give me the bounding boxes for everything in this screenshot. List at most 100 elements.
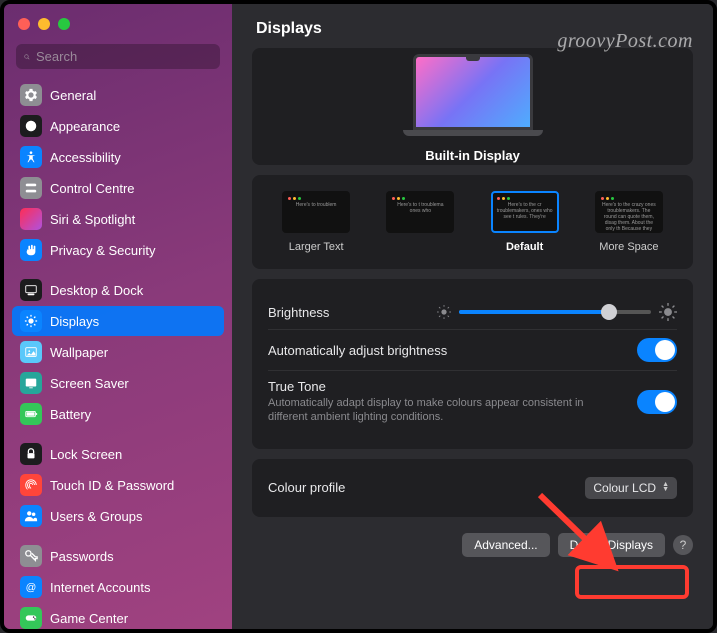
sidebar-item-appearance[interactable]: Appearance: [12, 111, 224, 141]
brightness-row: Brightness: [268, 295, 677, 329]
sidebar-item-label: Desktop & Dock: [50, 283, 143, 298]
sidebar-item-touch-id-password[interactable]: Touch ID & Password: [12, 470, 224, 500]
sidebar-item-desktop-dock[interactable]: Desktop & Dock: [12, 275, 224, 305]
appearance-icon: [20, 115, 42, 137]
brightness-panel: Brightness Automatically adjust brightne…: [252, 279, 693, 449]
main-pane: groovyPost.com Displays Built-in Display…: [232, 4, 713, 629]
resolution-panel: Here's to troublemLarger TextHere's to t…: [252, 175, 693, 269]
zoom-icon[interactable]: [58, 18, 70, 30]
laptop-icon: [403, 54, 543, 142]
svg-text:@: @: [26, 582, 37, 594]
scale-option[interactable]: Here's to troublemLarger Text: [268, 191, 364, 253]
slider-thumb[interactable]: [601, 304, 617, 320]
dock-icon: [20, 279, 42, 301]
sidebar-nav: General Appearance Accessibility Control Ce…: [4, 79, 232, 629]
sidebar-item-internet-accounts[interactable]: @ Internet Accounts: [12, 572, 224, 602]
sidebar-item-label: Users & Groups: [50, 509, 142, 524]
profile-panel: Colour profile Colour LCD ▲▼: [252, 459, 693, 517]
sun-large-icon: [659, 303, 677, 321]
sidebar-item-label: Privacy & Security: [50, 243, 155, 258]
search-field[interactable]: [16, 44, 220, 69]
scale-label: Default: [477, 241, 573, 253]
sidebar-item-game-center[interactable]: Game Center: [12, 603, 224, 629]
sidebar-item-control-centre[interactable]: Control Centre: [12, 173, 224, 203]
sun-icon: [20, 310, 42, 332]
switches-icon: [20, 177, 42, 199]
sidebar-item-label: General: [50, 88, 96, 103]
sidebar-item-accessibility[interactable]: Accessibility: [12, 142, 224, 172]
sidebar-item-label: Game Center: [50, 611, 128, 626]
sidebar-item-label: Lock Screen: [50, 447, 122, 462]
battery-icon: [20, 403, 42, 425]
detect-displays-button[interactable]: Detect Displays: [558, 533, 665, 557]
sidebar-item-label: Displays: [50, 314, 99, 329]
scale-thumb: Here's to t troublema ones who: [386, 191, 454, 233]
scale-label: More Space: [581, 241, 677, 253]
sidebar-item-label: Accessibility: [50, 150, 121, 165]
profile-value: Colour LCD: [593, 481, 656, 495]
auto-brightness-label: Automatically adjust brightness: [268, 343, 447, 358]
display-name: Built-in Display: [268, 148, 677, 163]
display-identity-panel: Built-in Display: [252, 48, 693, 165]
profile-select[interactable]: Colour LCD ▲▼: [585, 477, 677, 499]
sidebar-item-label: Wallpaper: [50, 345, 108, 360]
gear-icon: [20, 84, 42, 106]
wallpaper-icon: [20, 341, 42, 363]
truetone-sub: Automatically adapt display to make colo…: [268, 396, 608, 425]
scale-option[interactable]: Here's to t troublema ones who: [372, 191, 468, 253]
auto-brightness-row: Automatically adjust brightness: [268, 329, 677, 370]
game-icon: [20, 607, 42, 629]
scale-thumb: Here's to troublem: [282, 191, 350, 233]
sidebar: General Appearance Accessibility Control Ce…: [4, 4, 232, 629]
at-icon: @: [20, 576, 42, 598]
fingerprint-icon: [20, 474, 42, 496]
advanced-button[interactable]: Advanced...: [462, 533, 549, 557]
brightness-slider[interactable]: [459, 310, 651, 314]
key-icon: [20, 545, 42, 567]
scale-option[interactable]: Here's to the crazy ones troublemakers. …: [581, 191, 677, 253]
sidebar-item-label: Touch ID & Password: [50, 478, 174, 493]
siri-icon: [20, 208, 42, 230]
watermark: groovyPost.com: [557, 30, 693, 53]
sidebar-item-privacy-security[interactable]: Privacy & Security: [12, 235, 224, 265]
search-input[interactable]: [36, 49, 212, 64]
users-icon: [20, 505, 42, 527]
sidebar-item-label: Control Centre: [50, 181, 135, 196]
sidebar-item-label: Internet Accounts: [50, 580, 150, 595]
profile-row: Colour profile Colour LCD ▲▼: [268, 475, 677, 501]
settings-window: General Appearance Accessibility Control Ce…: [0, 0, 717, 633]
footer-buttons: Advanced... Detect Displays ?: [252, 527, 693, 557]
lock-icon: [20, 443, 42, 465]
close-icon[interactable]: [18, 18, 30, 30]
search-icon: [24, 50, 30, 64]
sidebar-item-label: Siri & Spotlight: [50, 212, 135, 227]
screensaver-icon: [20, 372, 42, 394]
sidebar-item-label: Screen Saver: [50, 376, 129, 391]
help-button[interactable]: ?: [673, 535, 693, 555]
truetone-row: True Tone Automatically adapt display to…: [268, 370, 677, 433]
minimize-icon[interactable]: [38, 18, 50, 30]
sidebar-item-users-groups[interactable]: Users & Groups: [12, 501, 224, 531]
sun-small-icon: [437, 305, 451, 319]
auto-brightness-toggle[interactable]: [637, 338, 677, 362]
accessibility-icon: [20, 146, 42, 168]
hand-icon: [20, 239, 42, 261]
scale-thumb: Here's to the cr troublemakers, ones who…: [491, 191, 559, 233]
scale-thumb: Here's to the crazy ones troublemakers. …: [595, 191, 663, 233]
sidebar-item-siri-spotlight[interactable]: Siri & Spotlight: [12, 204, 224, 234]
sidebar-item-lock-screen[interactable]: Lock Screen: [12, 439, 224, 469]
sidebar-item-label: Battery: [50, 407, 91, 422]
truetone-toggle[interactable]: [637, 390, 677, 414]
profile-label: Colour profile: [268, 480, 345, 495]
sidebar-item-passwords[interactable]: Passwords: [12, 541, 224, 571]
sidebar-item-wallpaper[interactable]: Wallpaper: [12, 337, 224, 367]
sidebar-item-general[interactable]: General: [12, 80, 224, 110]
chevron-updown-icon: ▲▼: [662, 483, 669, 493]
sidebar-item-displays[interactable]: Displays: [12, 306, 224, 336]
sidebar-item-label: Appearance: [50, 119, 120, 134]
brightness-label: Brightness: [268, 305, 329, 320]
sidebar-item-battery[interactable]: Battery: [12, 399, 224, 429]
sidebar-item-screen-saver[interactable]: Screen Saver: [12, 368, 224, 398]
window-controls: [4, 4, 232, 40]
scale-option[interactable]: Here's to the cr troublemakers, ones who…: [477, 191, 573, 253]
